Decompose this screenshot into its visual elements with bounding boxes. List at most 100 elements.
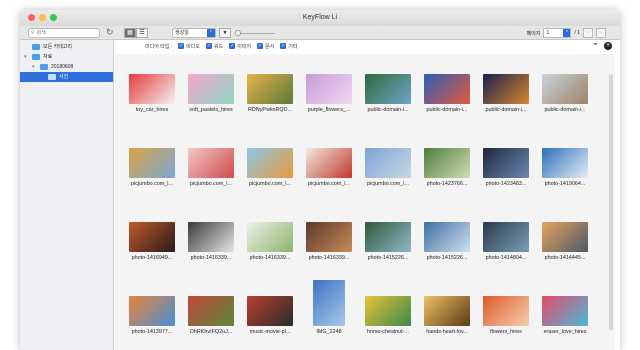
page-input[interactable]: 1 ⌃ <box>543 28 572 38</box>
thumbnail-image[interactable] <box>365 296 411 326</box>
thumbnail-image[interactable] <box>542 296 588 326</box>
thumbnail-image[interactable] <box>365 148 411 178</box>
add-button[interactable]: + <box>604 42 612 50</box>
close-window-button[interactable] <box>28 14 35 21</box>
list-view-button[interactable]: ☰ <box>136 28 148 38</box>
thumbnail-tile[interactable]: photo-1415226... <box>359 206 417 261</box>
thumbnail-tile[interactable]: picjumbo.com_l... <box>359 132 417 187</box>
sidebar-item[interactable]: ▾ 자료 <box>20 52 113 62</box>
thumbnail-tile[interactable]: music-movie-pl... <box>241 280 299 335</box>
thumbnail-image[interactable] <box>129 222 175 252</box>
search-box[interactable]: ⚲ <box>28 28 100 38</box>
thumbnail-image[interactable] <box>483 74 529 104</box>
checkbox-checked-icon[interactable]: ✓ <box>205 43 212 49</box>
thumbnail-tile[interactable]: eraser_love_hires <box>536 280 594 335</box>
thumbnail-tile[interactable]: photo-1423483... <box>477 132 535 187</box>
thumbnail-tile[interactable]: toy_car_hires <box>123 58 181 113</box>
thumbnail-image[interactable] <box>313 280 345 326</box>
disclosure-open-icon[interactable]: ▾ <box>32 62 37 72</box>
refresh-icon[interactable]: ↻ <box>106 27 114 38</box>
thumbnail-tile[interactable]: photo-1415226... <box>418 206 476 261</box>
thumbnail-tile[interactable]: purple_flowers_... <box>300 58 358 113</box>
thumbnail-tile[interactable]: photo-1416949... <box>123 206 181 261</box>
thumbnail-image[interactable] <box>542 148 588 178</box>
checkbox-checked-icon[interactable]: ✓ <box>229 43 236 49</box>
thumbnail-image[interactable] <box>424 74 470 104</box>
thumbnail-tile[interactable]: RDNyPwknRQD... <box>241 58 299 113</box>
sort-direction-button[interactable]: ▼ <box>219 28 231 38</box>
thumbnail-image[interactable] <box>483 222 529 252</box>
sidebar-item[interactable]: 사진 <box>20 72 113 82</box>
thumbnail-tile[interactable]: public-domain-i... <box>477 58 535 113</box>
thumbnail-image[interactable] <box>306 74 352 104</box>
checkbox-checked-icon[interactable]: ✓ <box>280 43 287 49</box>
thumbnail-tile[interactable]: photo-1414804... <box>477 206 535 261</box>
vertical-scrollbar[interactable] <box>609 74 613 330</box>
search-input[interactable] <box>36 30 97 36</box>
thumbnail-tile[interactable]: hands-heart-lov... <box>418 280 476 335</box>
thumbnail-image[interactable] <box>306 148 352 178</box>
thumbnail-tile[interactable]: photo-1416339... <box>241 206 299 261</box>
thumbnail-tile[interactable]: photo-1416339... <box>300 206 358 261</box>
thumbnail-tile[interactable]: picjumbo.com_l... <box>123 132 181 187</box>
sidebar-item[interactable]: 모든 카테고리 <box>20 42 113 52</box>
thumbnail-image[interactable] <box>306 222 352 252</box>
thumbnail-tile[interactable]: flowers_hires <box>477 280 535 335</box>
slider-knob[interactable] <box>235 30 241 36</box>
filter-option[interactable]: ✓ 워드 <box>205 43 223 50</box>
filter-icon[interactable]: ⏷ <box>593 42 598 49</box>
thumbnail-tile[interactable]: photo-1419064... <box>536 132 594 187</box>
thumbnail-tile[interactable]: photo-1413977... <box>123 280 181 335</box>
minimize-window-button[interactable] <box>39 14 46 21</box>
thumbnail-image[interactable] <box>129 296 175 326</box>
thumbnail-image[interactable] <box>188 296 234 326</box>
checkbox-checked-icon[interactable]: ✓ <box>257 43 263 49</box>
thumbnail-image[interactable] <box>247 296 293 326</box>
sort-select[interactable]: 생성일 ⌃ <box>172 28 216 38</box>
grid-view-button[interactable]: ▦ <box>124 28 136 38</box>
thumbnail-tile[interactable]: soft_pastels_hires <box>182 58 240 113</box>
next-page-button[interactable]: › <box>596 28 606 38</box>
thumbnail-tile[interactable]: photo-1414445... <box>536 206 594 261</box>
thumbnail-image[interactable] <box>188 148 234 178</box>
thumbnail-image[interactable] <box>542 74 588 104</box>
filter-option[interactable]: ✓ 기타 <box>280 43 297 50</box>
thumbnail-image[interactable] <box>365 222 411 252</box>
thumbnail-image[interactable] <box>424 296 470 326</box>
thumbnail-image[interactable] <box>365 74 411 104</box>
thumbnail-tile[interactable]: public-domain-i... <box>359 58 417 113</box>
thumbnail-image[interactable] <box>188 222 234 252</box>
thumbnail-tile[interactable]: OhRKhvIFQ2uJ... <box>182 280 240 335</box>
thumbnail-tile[interactable]: picjumbo.com_l... <box>300 132 358 187</box>
thumbnail-image[interactable] <box>483 296 529 326</box>
thumbnail-image[interactable] <box>424 148 470 178</box>
disclosure-open-icon[interactable]: ▾ <box>24 52 29 62</box>
filter-option[interactable]: ✓ 이미지 <box>229 43 251 50</box>
thumbnail-image[interactable] <box>188 74 234 104</box>
thumbnail-tile[interactable]: public-domain-i... <box>418 58 476 113</box>
thumbnail-tile[interactable]: horse-chestnut-... <box>359 280 417 335</box>
thumbnail-size-slider[interactable] <box>235 30 275 36</box>
thumbnail-image[interactable] <box>247 74 293 104</box>
thumbnail-image[interactable] <box>247 222 293 252</box>
thumbnail-image[interactable] <box>247 148 293 178</box>
checkbox-checked-icon[interactable]: ✓ <box>178 43 185 49</box>
thumbnail-image[interactable] <box>483 148 529 178</box>
thumbnail-label: photo-1414804... <box>485 255 527 261</box>
filter-option[interactable]: ✓ 비디오 <box>178 43 200 50</box>
thumbnail-image[interactable] <box>129 148 175 178</box>
thumbnail-tile[interactable]: IMG_2248 <box>300 280 358 335</box>
prev-page-button[interactable]: ‹ <box>583 28 593 38</box>
thumbnail-tile[interactable]: photo-1423766... <box>418 132 476 187</box>
thumbnail-image[interactable] <box>542 222 588 252</box>
thumbnail-image[interactable] <box>129 74 175 104</box>
thumbnail-tile[interactable]: photo-1416339... <box>182 206 240 261</box>
thumbnail-tile[interactable]: picjumbo.com_l... <box>241 132 299 187</box>
maximize-window-button[interactable] <box>50 14 57 21</box>
sidebar-item[interactable]: ▾ 20180608 <box>20 62 113 72</box>
thumbnail-tile[interactable]: public-domain-i... <box>536 58 594 113</box>
thumbnail-label: horse-chestnut-... <box>367 329 409 335</box>
thumbnail-tile[interactable]: picjumbo.com_l... <box>182 132 240 187</box>
thumbnail-image[interactable] <box>424 222 470 252</box>
filter-option[interactable]: ✓ 문서 <box>257 43 274 50</box>
